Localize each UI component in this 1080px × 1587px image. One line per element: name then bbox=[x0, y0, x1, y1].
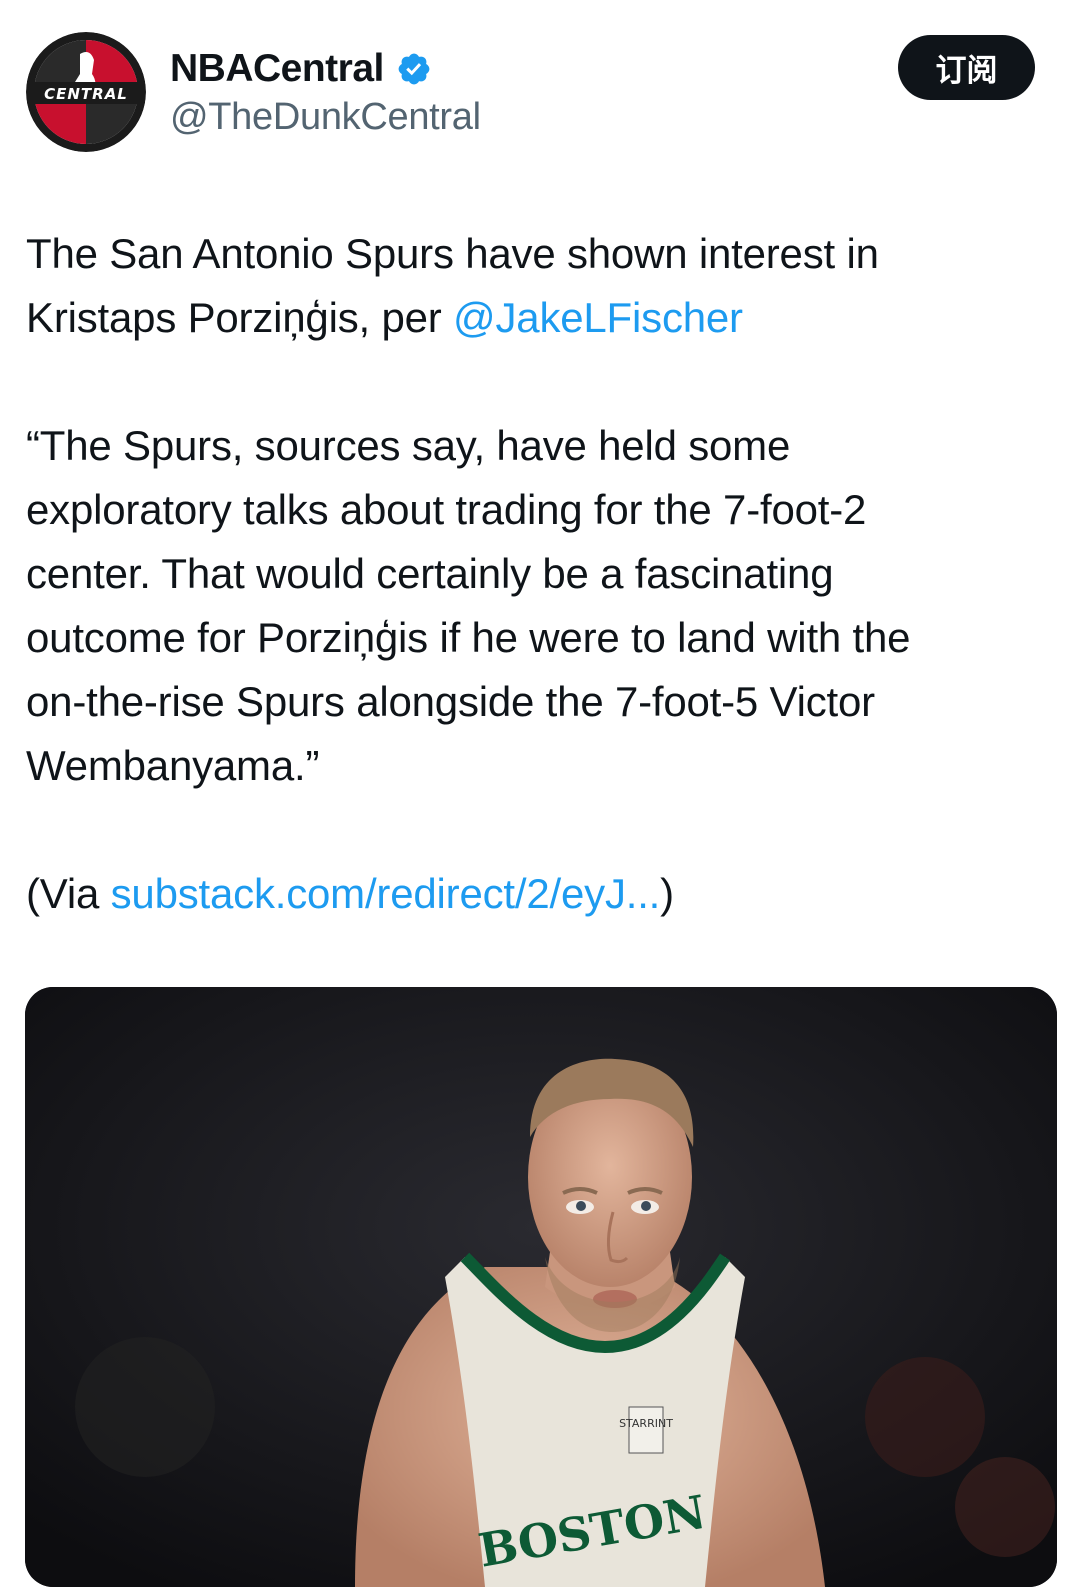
tweet-media-image[interactable]: STARRINT BOSTON bbox=[25, 987, 1057, 1587]
basketball-logo-icon: CENTRAL bbox=[26, 32, 146, 152]
quote-line: Wembanyama.” bbox=[26, 742, 320, 789]
tweet-body: The San Antonio Spurs have shown interes… bbox=[26, 222, 1056, 926]
player-photo: STARRINT BOSTON bbox=[25, 987, 1057, 1587]
quote-line: exploratory talks about trading for the … bbox=[26, 486, 867, 533]
quote-line: on-the-rise Spurs alongside the 7-foot-5… bbox=[26, 678, 875, 725]
quote-line: “The Spurs, sources say, have held some bbox=[26, 422, 791, 469]
tweet-text-segment: Kristaps Porziņģis, per bbox=[26, 294, 454, 341]
mention-link[interactable]: @JakeLFischer bbox=[453, 294, 743, 341]
verified-badge-icon bbox=[396, 51, 432, 87]
author-display-name[interactable]: NBACentral bbox=[170, 47, 384, 91]
source-link[interactable]: substack.com/redirect/2/eyJ... bbox=[111, 870, 661, 917]
via-prefix: (Via bbox=[26, 870, 111, 917]
author-name-row: NBACentral bbox=[170, 44, 432, 94]
quote-line: center. That would certainly be a fascin… bbox=[26, 550, 834, 597]
avatar-text: CENTRAL bbox=[44, 85, 128, 103]
author-avatar[interactable]: CENTRAL bbox=[26, 32, 146, 152]
subscribe-button[interactable]: 订阅 bbox=[898, 35, 1035, 100]
tweet-line: The San Antonio Spurs have shown interes… bbox=[26, 230, 879, 277]
quote-line: outcome for Porziņģis if he were to land… bbox=[26, 614, 911, 661]
via-suffix: ) bbox=[660, 870, 674, 917]
author-handle[interactable]: @TheDunkCentral bbox=[170, 96, 481, 139]
tweet-line: Kristaps Porziņģis, per @JakeLFischer bbox=[26, 286, 1056, 350]
tweet-header: CENTRAL NBACentral @TheDunkCentral 订阅 bbox=[0, 0, 1080, 190]
via-line: (Via substack.com/redirect/2/eyJ...) bbox=[26, 862, 1056, 926]
sponsor-text: STARRINT bbox=[619, 1417, 673, 1430]
